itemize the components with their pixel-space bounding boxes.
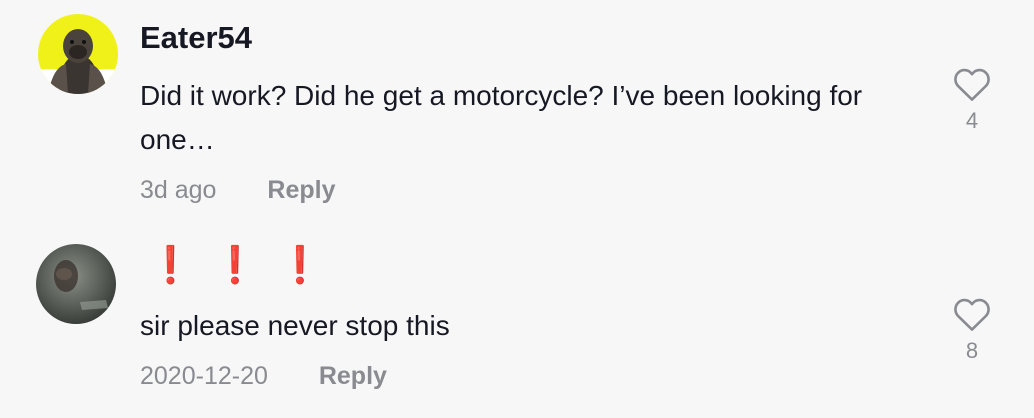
comment-item: Eater54 Did it work? Did he get a motorc…: [0, 0, 1034, 230]
reply-button[interactable]: Reply: [319, 362, 387, 390]
comment-meta: 2020-12-20 Reply: [140, 362, 387, 391]
timestamp: 3d ago: [140, 176, 217, 204]
like-button[interactable]: 8: [950, 296, 994, 364]
comment-text: Did it work? Did he get a motorcycle? I’…: [140, 80, 863, 155]
like-count: 4: [965, 108, 979, 133]
gorilla-avatar-image: [38, 14, 118, 94]
like-count: 8: [965, 338, 979, 363]
comment-text: sir please never stop this: [140, 310, 450, 341]
username[interactable]: Eater54: [140, 20, 252, 56]
comment-item: ❗❗❗ sir please never stop this 2020-12-2…: [0, 230, 1034, 418]
heart-outline-icon: [954, 298, 990, 331]
avatar[interactable]: [38, 14, 118, 94]
heart-outline-icon: [954, 68, 990, 101]
comment-meta: 3d ago Reply: [140, 176, 336, 205]
timestamp: 2020-12-20: [140, 362, 268, 390]
user-photo-avatar-image: [36, 244, 116, 324]
emoji-exclamation: ❗❗❗: [148, 244, 343, 285]
like-button[interactable]: 4: [950, 66, 994, 134]
avatar[interactable]: [36, 244, 116, 324]
reply-button[interactable]: Reply: [267, 176, 335, 204]
